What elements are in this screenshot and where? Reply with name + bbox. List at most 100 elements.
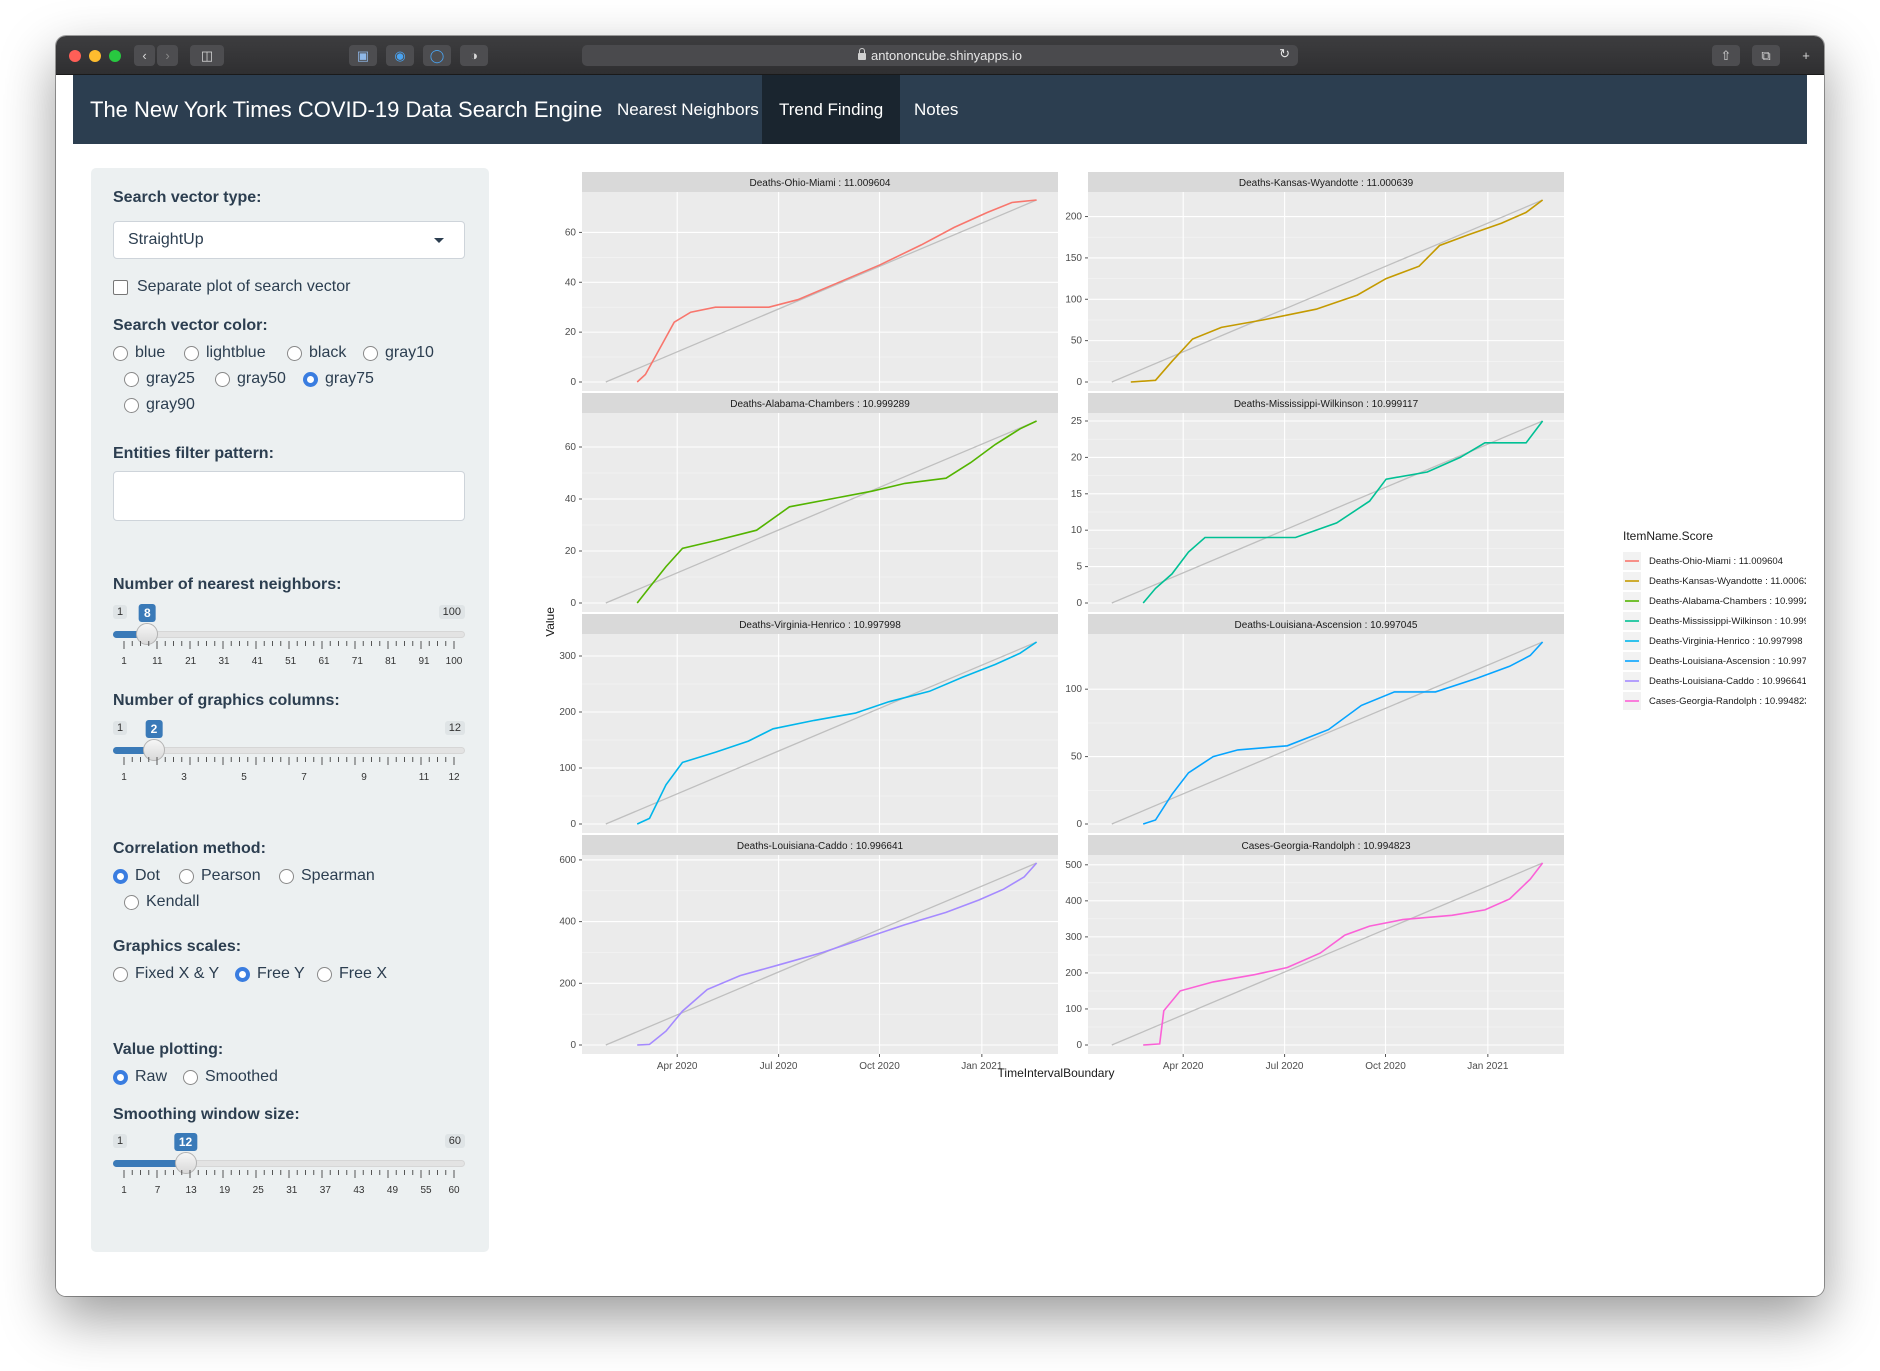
privacy-shield-icon[interactable]: ◑ bbox=[460, 45, 488, 66]
slider-value-label: 2 bbox=[145, 720, 163, 738]
radio-dot[interactable] bbox=[215, 371, 230, 387]
tab-nearest-neighbors[interactable]: Nearest Neighbors bbox=[600, 75, 776, 144]
x-tick-label: Apr 2020 bbox=[1163, 1061, 1204, 1072]
tab-notes[interactable]: Notes bbox=[897, 75, 975, 144]
graphics-columns-label: Number of graphics columns: bbox=[113, 692, 340, 709]
back-icon[interactable]: ‹ bbox=[134, 45, 155, 66]
radio-label: lightblue bbox=[206, 344, 266, 361]
radio-label: gray25 bbox=[146, 370, 195, 387]
y-tick-label: 300 bbox=[559, 651, 576, 662]
address-bar[interactable]: antononcube.shinyapps.io ↻ bbox=[582, 45, 1298, 66]
radio-dot[interactable] bbox=[113, 1069, 128, 1085]
checkbox-box[interactable] bbox=[113, 279, 128, 295]
slider-track[interactable] bbox=[113, 631, 465, 638]
legend-label: Deaths-Louisiana-Ascension : 10.997045 bbox=[1649, 656, 1806, 667]
radio-dot[interactable] bbox=[113, 345, 128, 361]
slider-tick-label: 51 bbox=[285, 656, 297, 667]
radio-dot[interactable] bbox=[235, 966, 250, 982]
y-tick-label: 0 bbox=[1076, 377, 1082, 388]
radio-dot[interactable] bbox=[287, 345, 302, 361]
radio-color-gray75[interactable]: gray75 bbox=[303, 370, 374, 388]
radio-color-gray50[interactable]: gray50 bbox=[215, 370, 286, 388]
smoothing-window-slider[interactable]: 1 60 12 1 7 13 19 25 31 37 43 49 55 60 bbox=[113, 1133, 465, 1204]
radio-dot[interactable] bbox=[279, 868, 294, 884]
radio-scales-free-y[interactable]: Free Y bbox=[235, 965, 305, 983]
panel-title: Cases-Georgia-Randolph : 10.994823 bbox=[1242, 841, 1411, 852]
radio-dot[interactable] bbox=[183, 1069, 198, 1085]
slider-ticks bbox=[123, 641, 455, 649]
radio-dot[interactable] bbox=[124, 397, 139, 413]
new-tab-icon[interactable]: + bbox=[1794, 45, 1818, 66]
slider-tick-label: 1 bbox=[121, 1185, 127, 1196]
close-window-button[interactable] bbox=[69, 50, 81, 62]
browser-titlebar: ‹ › ◫ ▣ ◉ ◯ ◑ antononcube.shinyapps.io ↻… bbox=[56, 36, 1824, 75]
tabs-overview-icon[interactable]: ⧉ bbox=[1752, 45, 1780, 66]
slider-max-label: 100 bbox=[438, 605, 465, 619]
radio-dot[interactable] bbox=[113, 966, 128, 982]
radio-label: Dot bbox=[135, 867, 160, 884]
radio-correlation-spearman[interactable]: Spearman bbox=[279, 867, 375, 885]
radio-dot[interactable] bbox=[124, 371, 139, 387]
forward-icon[interactable]: › bbox=[157, 45, 178, 66]
radio-dot[interactable] bbox=[363, 345, 378, 361]
y-tick-label: 100 bbox=[1065, 684, 1082, 695]
nearest-neighbors-slider[interactable]: 1 100 8 1 11 21 31 41 51 61 71 81 91 100 bbox=[113, 604, 465, 675]
slider-tick-label: 43 bbox=[353, 1185, 365, 1196]
slider-track[interactable] bbox=[113, 747, 465, 754]
radio-label: gray50 bbox=[237, 370, 286, 387]
extension-1-icon[interactable]: ▣ bbox=[349, 45, 377, 66]
radio-dot[interactable] bbox=[113, 868, 128, 884]
radio-color-gray90[interactable]: gray90 bbox=[124, 396, 195, 414]
slider-tick-label: 19 bbox=[219, 1185, 231, 1196]
y-tick-label: 20 bbox=[1071, 452, 1083, 463]
radio-plotting-smoothed[interactable]: Smoothed bbox=[183, 1068, 278, 1086]
radio-plotting-raw[interactable]: Raw bbox=[113, 1068, 167, 1086]
slider-tick-label: 21 bbox=[185, 656, 197, 667]
panel-title: Deaths-Alabama-Chambers : 10.999289 bbox=[730, 399, 910, 410]
radio-color-blue[interactable]: blue bbox=[113, 344, 165, 362]
radio-label: blue bbox=[135, 344, 166, 361]
legend-title: ItemName.Score bbox=[1623, 529, 1713, 543]
sidebar-toggle-icon[interactable]: ◫ bbox=[190, 45, 224, 66]
y-tick-label: 15 bbox=[1071, 489, 1083, 500]
radio-scales-fixed[interactable]: Fixed X & Y bbox=[113, 965, 219, 983]
separate-plot-checkbox[interactable]: Separate plot of search vector bbox=[113, 278, 350, 296]
value-plotting-label: Value plotting: bbox=[113, 1041, 224, 1058]
radio-dot[interactable] bbox=[179, 868, 194, 884]
radio-color-gray25[interactable]: gray25 bbox=[124, 370, 195, 388]
slider-value-label: 12 bbox=[173, 1133, 198, 1151]
radio-dot[interactable] bbox=[303, 371, 318, 387]
radio-dot[interactable] bbox=[124, 894, 139, 910]
radio-correlation-dot[interactable]: Dot bbox=[113, 867, 160, 885]
slider-tick-label: 71 bbox=[351, 656, 363, 667]
app-title: The New York Times COVID-19 Data Search … bbox=[90, 97, 603, 122]
radio-color-lightblue[interactable]: lightblue bbox=[184, 344, 266, 362]
browser-window: ‹ › ◫ ▣ ◉ ◯ ◑ antononcube.shinyapps.io ↻… bbox=[56, 36, 1824, 1296]
extension-3-icon[interactable]: ◯ bbox=[423, 45, 451, 66]
graphics-columns-slider[interactable]: 1 12 2 1 3 5 7 9 11 12 bbox=[113, 720, 465, 791]
minimize-window-button[interactable] bbox=[89, 50, 101, 62]
radio-color-gray10[interactable]: gray10 bbox=[363, 344, 434, 362]
search-vector-type-select[interactable]: StraightUp bbox=[113, 221, 465, 259]
reload-icon[interactable]: ↻ bbox=[1279, 46, 1290, 62]
radio-color-black[interactable]: black bbox=[287, 344, 346, 362]
entities-filter-input[interactable] bbox=[113, 471, 465, 521]
page-viewport: The New York Times COVID-19 Data Search … bbox=[56, 75, 1824, 1296]
legend-label: Deaths-Kansas-Wyandotte : 11.000639 bbox=[1649, 576, 1806, 587]
radio-correlation-kendall[interactable]: Kendall bbox=[124, 893, 199, 911]
radio-dot[interactable] bbox=[184, 345, 199, 361]
tab-trend-finding[interactable]: Trend Finding bbox=[762, 75, 901, 144]
share-icon[interactable]: ⇧ bbox=[1712, 45, 1740, 66]
slider-tick-label: 100 bbox=[445, 656, 463, 667]
extension-2-icon[interactable]: ◉ bbox=[386, 45, 414, 66]
y-tick-label: 10 bbox=[1071, 525, 1083, 536]
radio-label: Raw bbox=[135, 1068, 168, 1085]
slider-tick-label: 91 bbox=[418, 656, 430, 667]
radio-label: gray75 bbox=[325, 370, 374, 387]
y-tick-label: 20 bbox=[565, 327, 577, 338]
radio-dot[interactable] bbox=[317, 966, 332, 982]
radio-scales-free-x[interactable]: Free X bbox=[317, 965, 387, 983]
y-tick-label: 200 bbox=[559, 978, 576, 989]
radio-correlation-pearson[interactable]: Pearson bbox=[179, 867, 261, 885]
zoom-window-button[interactable] bbox=[109, 50, 121, 62]
